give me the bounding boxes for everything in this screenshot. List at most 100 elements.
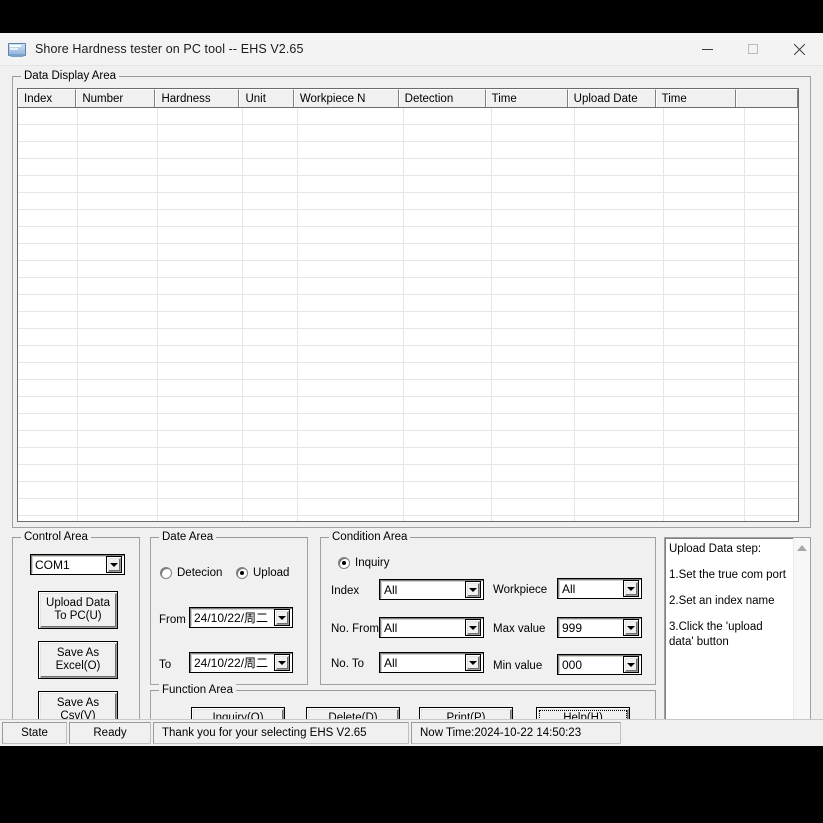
grid-row-divider <box>18 396 798 397</box>
grid-header-cell[interactable]: Detection <box>398 89 486 107</box>
grid-row-divider <box>18 158 798 159</box>
grid-column-divider <box>491 108 492 521</box>
com-port-value: COM1 <box>35 557 70 572</box>
status-state-value: Ready <box>69 722 151 744</box>
index-value: All <box>384 582 398 597</box>
window-title: Shore Hardness tester on PC tool -- EHS … <box>35 42 304 56</box>
grid-header-label: Hardness <box>161 92 211 105</box>
no-to-select[interactable]: All <box>379 652 484 673</box>
grid-row-divider <box>18 277 798 278</box>
grid-header-cell[interactable]: Index <box>18 89 77 107</box>
upload-data-to-pc-button[interactable]: Upload Data To PC(U) <box>38 591 118 629</box>
grid-header-label: Unit <box>245 92 266 105</box>
workpiece-label: Workpiece <box>493 584 548 596</box>
chevron-down-icon[interactable] <box>106 556 122 573</box>
min-value-label: Min value <box>493 660 543 672</box>
radio-inquiry-dot <box>338 557 350 569</box>
from-date-picker[interactable]: 24/10/22/周二 <box>189 607 293 628</box>
maximize-button[interactable] <box>730 33 776 65</box>
radio-inquiry-label: Inquiry <box>355 557 390 569</box>
index-select[interactable]: All <box>379 579 484 600</box>
date-area-legend: Date Area <box>159 531 217 543</box>
no-to-value: All <box>384 655 398 670</box>
max-value-select[interactable]: 999 <box>557 617 642 638</box>
grid-row-divider <box>18 379 798 380</box>
status-time: Now Time:2024-10-22 14:50:23 <box>411 722 621 744</box>
scroll-up-icon[interactable] <box>794 540 810 556</box>
grid-header-cell[interactable]: Time <box>655 89 736 107</box>
save-csv-line1: Save As <box>56 697 100 709</box>
from-label: From <box>159 614 186 626</box>
grid-header-cell[interactable]: Unit <box>239 89 294 107</box>
grid-row-divider <box>18 515 798 516</box>
max-value-label: Max value <box>493 623 546 635</box>
chevron-down-icon[interactable] <box>465 619 481 636</box>
grid-column-divider <box>403 108 404 521</box>
grid-header-label: Time <box>491 92 517 105</box>
chevron-down-icon[interactable] <box>623 580 639 597</box>
no-from-select[interactable]: All <box>379 617 484 638</box>
com-port-select[interactable]: COM1 <box>30 554 125 575</box>
step-1: 1.Set the true com port <box>669 569 786 581</box>
radio-detection-dot <box>160 567 172 579</box>
data-display-area-legend: Data Display Area <box>21 70 120 82</box>
radio-upload-label: Upload <box>253 567 290 579</box>
grid-row-divider <box>18 175 798 176</box>
grid-column-divider <box>574 108 575 521</box>
min-value-value: 000 <box>562 657 583 672</box>
grid-header-label: Detection <box>404 92 454 105</box>
application-window: Shore Hardness tester on PC tool -- EHS … <box>0 33 823 746</box>
radio-upload[interactable]: Upload <box>236 567 289 579</box>
grid-row-divider <box>18 294 798 295</box>
grid-row-divider <box>18 192 798 193</box>
window-controls <box>684 33 823 65</box>
grid-header-label: Index <box>24 92 53 105</box>
close-button[interactable] <box>776 33 823 65</box>
grid-header-cell[interactable]: Upload Date <box>567 89 656 107</box>
chevron-down-icon[interactable] <box>465 581 481 598</box>
chevron-down-icon[interactable] <box>274 654 290 671</box>
title-bar: Shore Hardness tester on PC tool -- EHS … <box>0 33 823 66</box>
grid-row-divider <box>18 430 798 431</box>
grid-header-cell[interactable]: Number <box>76 89 156 107</box>
data-display-area: Data Display Area Index Number Hardness Uni… <box>12 70 811 528</box>
workpiece-select[interactable]: All <box>557 578 642 599</box>
grid-row-divider <box>18 243 798 244</box>
grid-header-cell[interactable]: Workpiece N <box>293 89 399 107</box>
to-date-picker[interactable]: 24/10/22/周二 <box>189 652 293 673</box>
min-value-select[interactable]: 000 <box>557 654 642 675</box>
upload-data-steps-panel: Upload Data step: 1.Set the true com por… <box>664 537 811 738</box>
no-from-value: All <box>384 620 398 635</box>
radio-inquiry[interactable]: Inquiry <box>338 557 390 569</box>
chevron-down-icon[interactable] <box>274 609 290 626</box>
steps-scrollbar[interactable] <box>793 538 810 737</box>
data-grid-body[interactable] <box>18 108 798 521</box>
grid-header-cell[interactable]: Time <box>485 89 568 107</box>
function-area-legend: Function Area <box>159 684 236 696</box>
chevron-down-icon[interactable] <box>465 654 481 671</box>
grid-row-divider <box>18 447 798 448</box>
radio-upload-dot <box>236 567 248 579</box>
minimize-button[interactable] <box>684 33 730 65</box>
condition-area-legend: Condition Area <box>329 531 411 543</box>
data-grid[interactable]: Index Number Hardness Unit Workpiece N Detect… <box>17 88 799 522</box>
grid-column-divider <box>297 108 298 521</box>
close-icon <box>793 43 806 56</box>
save-as-excel-button[interactable]: Save As Excel(O) <box>38 641 118 679</box>
grid-header-cell[interactable]: Hardness <box>155 89 240 107</box>
to-date-value: 24/10/22/周二 <box>194 656 269 670</box>
grid-header-label: Number <box>82 92 124 105</box>
chevron-down-icon[interactable] <box>623 656 639 673</box>
chevron-down-icon[interactable] <box>623 619 639 636</box>
step-2: 2.Set an index name <box>669 595 775 607</box>
grid-row-divider <box>18 498 798 499</box>
grid-row-divider <box>18 481 798 482</box>
radio-detection[interactable]: Detecion <box>160 567 222 579</box>
data-grid-header: Index Number Hardness Unit Workpiece N Detect… <box>18 89 798 108</box>
upload-steps-text: Upload Data step: 1.Set the true com por… <box>669 542 787 661</box>
maximize-icon <box>748 44 758 54</box>
upload-button-line2: To PC(U) <box>54 610 102 622</box>
grid-row-divider <box>18 209 798 210</box>
grid-row-divider <box>18 362 798 363</box>
grid-header-cell[interactable] <box>735 89 798 107</box>
